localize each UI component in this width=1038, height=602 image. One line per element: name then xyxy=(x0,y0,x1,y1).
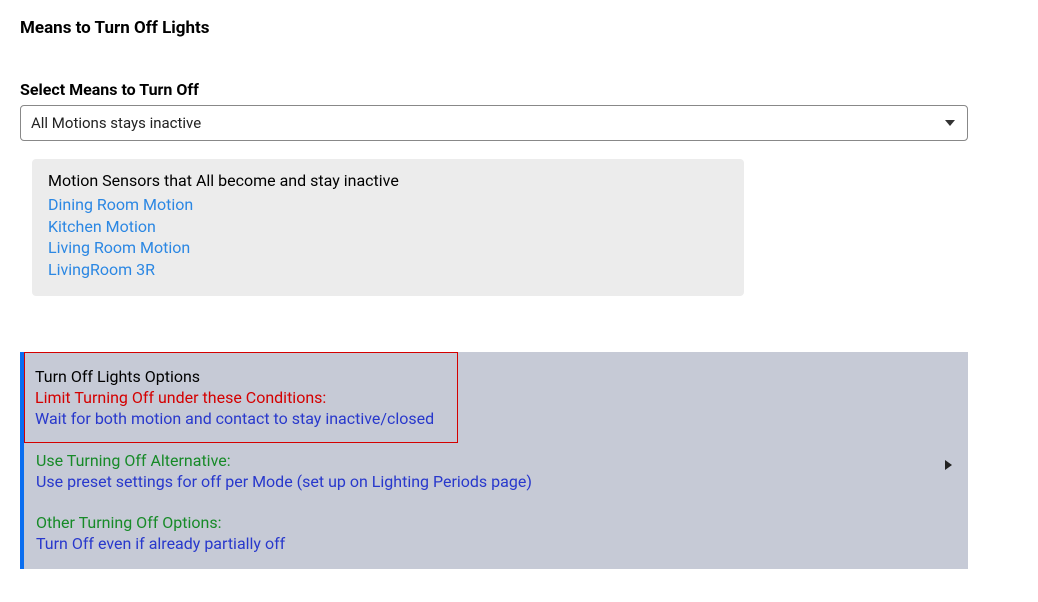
turn-off-options-panel[interactable]: Turn Off Lights Options Limit Turning Of… xyxy=(20,352,968,569)
means-select[interactable]: All Motions stays inactive xyxy=(20,105,968,141)
select-means-label: Select Means to Turn Off xyxy=(20,80,1018,99)
alternative-value[interactable]: Use preset settings for off per Mode (se… xyxy=(36,472,956,491)
limit-conditions-value[interactable]: Wait for both motion and contact to stay… xyxy=(35,409,447,428)
chevron-right-icon[interactable] xyxy=(945,460,952,470)
limit-conditions-label: Limit Turning Off under these Conditions… xyxy=(35,388,447,407)
motion-sensor-link[interactable]: Kitchen Motion xyxy=(48,216,728,238)
motion-sensor-link[interactable]: Dining Room Motion xyxy=(48,194,728,216)
options-title: Turn Off Lights Options xyxy=(35,367,447,386)
motion-sensors-title: Motion Sensors that All become and stay … xyxy=(48,171,728,190)
other-options-label: Other Turning Off Options: xyxy=(36,513,956,532)
motion-sensors-box: Motion Sensors that All become and stay … xyxy=(32,159,744,296)
means-select-value: All Motions stays inactive xyxy=(31,114,201,132)
alternative-label: Use Turning Off Alternative: xyxy=(36,451,956,470)
chevron-down-icon xyxy=(945,120,955,126)
other-options-value[interactable]: Turn Off even if already partially off xyxy=(36,534,956,553)
page-title: Means to Turn Off Lights xyxy=(20,18,1018,38)
motion-sensor-link[interactable]: Living Room Motion xyxy=(48,237,728,259)
motion-sensor-link[interactable]: LivingRoom 3R xyxy=(48,259,728,281)
limit-conditions-box: Turn Off Lights Options Limit Turning Of… xyxy=(24,352,458,443)
